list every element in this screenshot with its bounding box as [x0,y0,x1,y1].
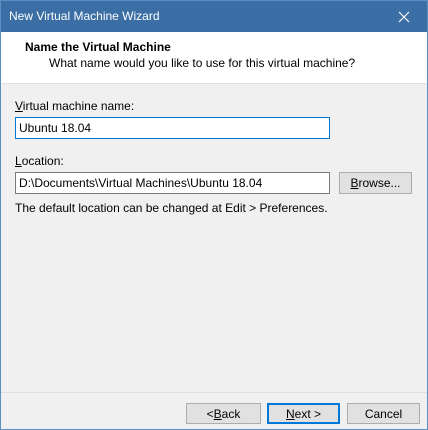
footer-divider [1,392,427,393]
wizard-window: New Virtual Machine Wizard Name the Virt… [0,0,428,430]
close-button[interactable] [381,1,427,32]
close-icon [398,11,410,22]
location-label: Location: [15,154,64,168]
browse-button[interactable]: Browse... [339,172,412,194]
vm-name-label: Virtual machine name: [15,99,135,113]
location-input[interactable] [15,172,330,194]
page-subtitle: What name would you like to use for this… [49,56,356,70]
cancel-button[interactable]: Cancel [347,403,420,424]
window-title: New Virtual Machine Wizard [9,9,160,23]
wizard-header: Name the Virtual Machine What name would… [1,32,427,84]
page-title: Name the Virtual Machine [25,40,171,54]
title-bar: New Virtual Machine Wizard [1,1,427,32]
back-button[interactable]: < Back [186,403,261,424]
vm-name-input[interactable] [15,117,330,139]
default-location-note: The default location can be changed at E… [15,201,328,215]
next-button[interactable]: Next > [267,403,340,424]
